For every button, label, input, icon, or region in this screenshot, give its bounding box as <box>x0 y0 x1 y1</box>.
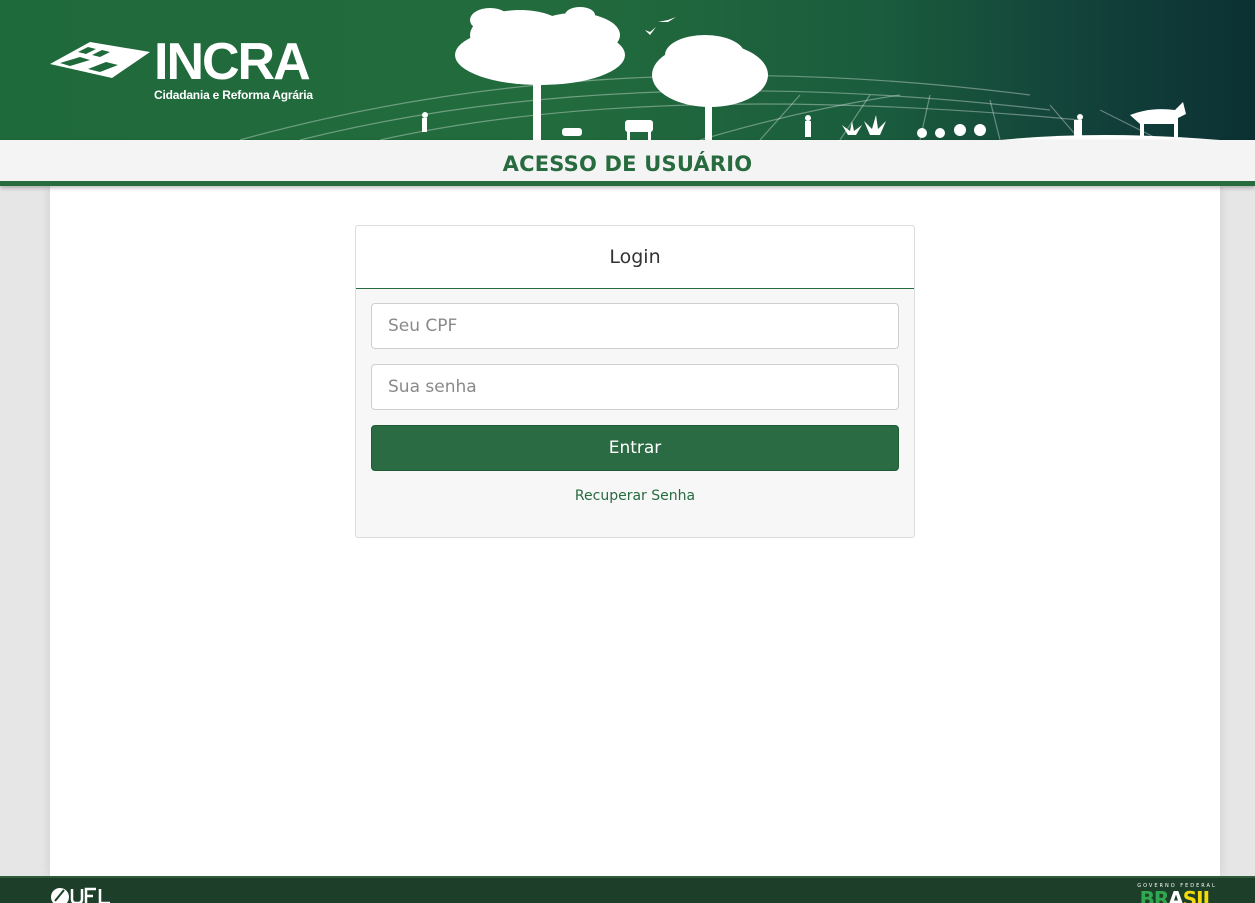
login-card: Login Entrar Recuperar Senha <box>355 225 915 538</box>
brasil-wordmark: BRASIL <box>1134 889 1220 903</box>
login-card-header: Login <box>356 226 914 289</box>
page-title-bar: ACESSO DE USUÁRIO <box>0 140 1255 186</box>
incra-logo[interactable]: INCRA Cidadania e Reforma Agrária <box>50 33 313 102</box>
recover-password-link[interactable]: Recuperar Senha <box>371 488 899 504</box>
brasil-part-3: SIL <box>1182 887 1216 903</box>
brasil-part-1: BR <box>1139 887 1170 903</box>
main-content: Login Entrar Recuperar Senha <box>50 186 1220 876</box>
ufla-logo-icon <box>51 887 110 903</box>
logo-subtitle: Cidadania e Reforma Agrária <box>154 88 313 102</box>
ufla-logo[interactable] <box>50 885 114 903</box>
governo-federal-logo[interactable]: GOVERNO FEDERAL BRASIL <box>1134 883 1220 903</box>
login-button[interactable]: Entrar <box>371 425 899 471</box>
header-banner: INCRA Cidadania e Reforma Agrária <box>0 0 1255 140</box>
login-form: Entrar Recuperar Senha <box>356 289 914 504</box>
password-input[interactable] <box>371 364 899 410</box>
incra-logo-mark-icon <box>50 42 150 78</box>
cpf-input[interactable] <box>371 303 899 349</box>
brasil-part-2: A <box>1168 887 1184 903</box>
footer: GOVERNO FEDERAL BRASIL <box>0 876 1255 903</box>
login-heading: Login <box>609 246 661 268</box>
logo-title: INCRA <box>154 33 311 91</box>
page-title: ACESSO DE USUÁRIO <box>502 152 753 176</box>
